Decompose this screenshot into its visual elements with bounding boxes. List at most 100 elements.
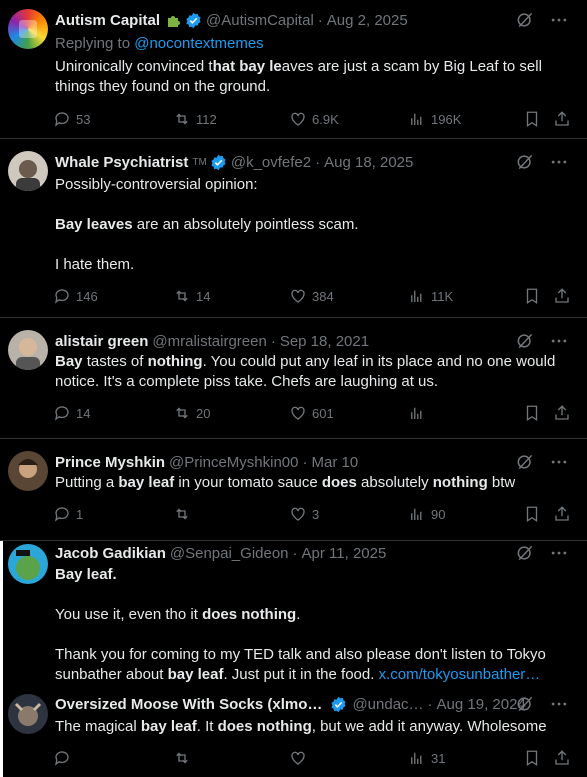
views-button[interactable]: 196K	[408, 110, 461, 128]
verified-badge-icon	[185, 12, 202, 29]
text-line: Bay leaf.	[55, 565, 573, 585]
tweet-oversized-moose[interactable]: Oversized Moose With Socks (xlmo… @undac…	[0, 689, 587, 777]
reply-icon	[54, 112, 69, 127]
bookmark-button[interactable]	[523, 404, 541, 422]
more-options-icon[interactable]	[549, 694, 569, 714]
share-button[interactable]	[553, 287, 571, 305]
author-name[interactable]: Whale Psychiatrist	[55, 154, 188, 171]
text-bold-segment: Bay leaves	[55, 216, 133, 233]
like-button[interactable]: 6.9K	[289, 110, 339, 128]
external-link[interactable]: x.com/tokyosunbather…	[379, 666, 541, 683]
avatar[interactable]	[8, 451, 48, 491]
bookmark-button[interactable]	[523, 505, 541, 523]
author-name[interactable]: Jacob Gadikian	[55, 545, 166, 562]
reply-button[interactable]: 14	[53, 404, 90, 422]
more-options-icon[interactable]	[549, 543, 569, 563]
grok-icon[interactable]	[515, 10, 535, 30]
reply-icon	[54, 406, 69, 421]
share-icon	[555, 750, 569, 765]
author-handle[interactable]: @AutismCapital	[206, 12, 314, 29]
reply-count: 53	[76, 111, 91, 127]
tweet-alistair-green[interactable]: alistair green @mralistairgreen · Sep 18…	[0, 318, 587, 439]
views-button[interactable]: 11K	[408, 287, 453, 305]
repost-button[interactable]: 14	[173, 287, 210, 305]
like-button[interactable]: 3	[289, 505, 319, 523]
text-segment: I hate them.	[55, 256, 135, 273]
avatar[interactable]	[8, 694, 48, 734]
author-handle[interactable]: @mralistairgreen	[152, 333, 266, 350]
repost-button[interactable]	[173, 505, 191, 523]
post-date[interactable]: Mar 10	[312, 454, 359, 471]
grok-icon[interactable]	[515, 152, 535, 172]
views-icon	[411, 508, 422, 520]
post-date[interactable]: Aug 2, 2025	[327, 12, 408, 29]
tweet-autism-capital[interactable]: Autism Capital @AutismCapital · Aug 2, 2…	[0, 0, 587, 139]
avatar[interactable]	[8, 544, 48, 584]
like-button[interactable]: 384	[289, 287, 334, 305]
post-date[interactable]: Aug 19, 2024	[437, 696, 526, 713]
avatar[interactable]	[8, 330, 48, 370]
author-handle[interactable]: @PrinceMyshkin00	[169, 454, 298, 471]
bookmark-icon	[526, 288, 538, 305]
author-name[interactable]: Prince Myshkin	[55, 454, 165, 471]
more-options-icon[interactable]	[549, 152, 569, 172]
tweet-prince-myshkin[interactable]: Prince Myshkin @PrinceMyshkin00 · Mar 10…	[0, 439, 587, 541]
grok-icon[interactable]	[515, 452, 535, 472]
text-bold-segment: Bay leaf.	[55, 566, 117, 583]
reply-button[interactable]: 53	[53, 110, 90, 128]
tweet-whale-psychiatrist[interactable]: Whale Psychiatrist TM @k_ovfefe2 · Aug 1…	[0, 139, 587, 318]
puzzle-icon	[19, 20, 37, 38]
tweet-jacob-gadikian[interactable]: Jacob Gadikian @Senpai_Gideon · Apr 11, …	[0, 541, 587, 689]
bookmark-icon	[526, 405, 538, 422]
views-button[interactable]	[408, 404, 426, 422]
avatar[interactable]	[8, 151, 48, 191]
author-handle[interactable]: @undac…	[352, 696, 423, 713]
separator-dot: ·	[315, 153, 321, 171]
bookmark-button[interactable]	[523, 287, 541, 305]
more-options-icon[interactable]	[549, 10, 569, 30]
repost-icon	[176, 752, 188, 764]
share-button[interactable]	[553, 749, 571, 767]
reply-icon	[54, 751, 69, 766]
views-button[interactable]: 90	[408, 505, 445, 523]
grok-icon[interactable]	[515, 543, 535, 563]
text-segment: . It	[196, 718, 218, 735]
repost-button[interactable]	[173, 749, 191, 767]
verified-badge-icon	[330, 696, 347, 713]
author-name[interactable]: Autism Capital	[55, 12, 160, 29]
author-name[interactable]: Oversized Moose With Socks (xlmo…	[55, 696, 322, 713]
text-segment: The magical	[55, 718, 141, 735]
more-options-icon[interactable]	[549, 331, 569, 351]
reply-button[interactable]: 146	[53, 287, 98, 305]
share-button[interactable]	[553, 505, 571, 523]
post-date[interactable]: Apr 11, 2025	[302, 545, 387, 562]
like-button[interactable]	[289, 749, 307, 767]
reply-button[interactable]	[53, 749, 71, 767]
grok-icon[interactable]	[515, 331, 535, 351]
repost-count: 14	[196, 288, 211, 304]
repost-button[interactable]: 112	[173, 110, 217, 128]
more-options-icon[interactable]	[549, 452, 569, 472]
text-bold-segment: nothing	[147, 353, 203, 370]
bookmark-button[interactable]	[523, 749, 541, 767]
grok-icon[interactable]	[515, 694, 535, 714]
repost-icon	[176, 113, 188, 125]
author-name[interactable]: alistair green	[55, 333, 148, 350]
text-bold-segment: bay leaf	[140, 718, 197, 735]
post-date[interactable]: Sep 18, 2021	[280, 333, 369, 350]
repost-button[interactable]: 20	[173, 404, 210, 422]
views-button[interactable]: 31	[408, 749, 445, 767]
reply-button[interactable]: 1	[53, 505, 83, 523]
replying-to-handle[interactable]: @nocontextmemes	[134, 35, 263, 52]
avatar[interactable]	[8, 9, 48, 49]
author-handle[interactable]: @k_ovfefe2	[231, 154, 311, 171]
tweet-text: Putting a bay leaf in your tomato sauce …	[55, 473, 573, 493]
like-button[interactable]: 601	[289, 404, 334, 422]
post-date[interactable]: Aug 18, 2025	[324, 154, 413, 171]
separator-dot: ·	[270, 332, 276, 350]
share-button[interactable]	[553, 110, 571, 128]
bookmark-button[interactable]	[523, 110, 541, 128]
reply-count: 14	[76, 405, 91, 421]
share-button[interactable]	[553, 404, 571, 422]
author-handle[interactable]: @Senpai_Gideon	[170, 545, 289, 562]
